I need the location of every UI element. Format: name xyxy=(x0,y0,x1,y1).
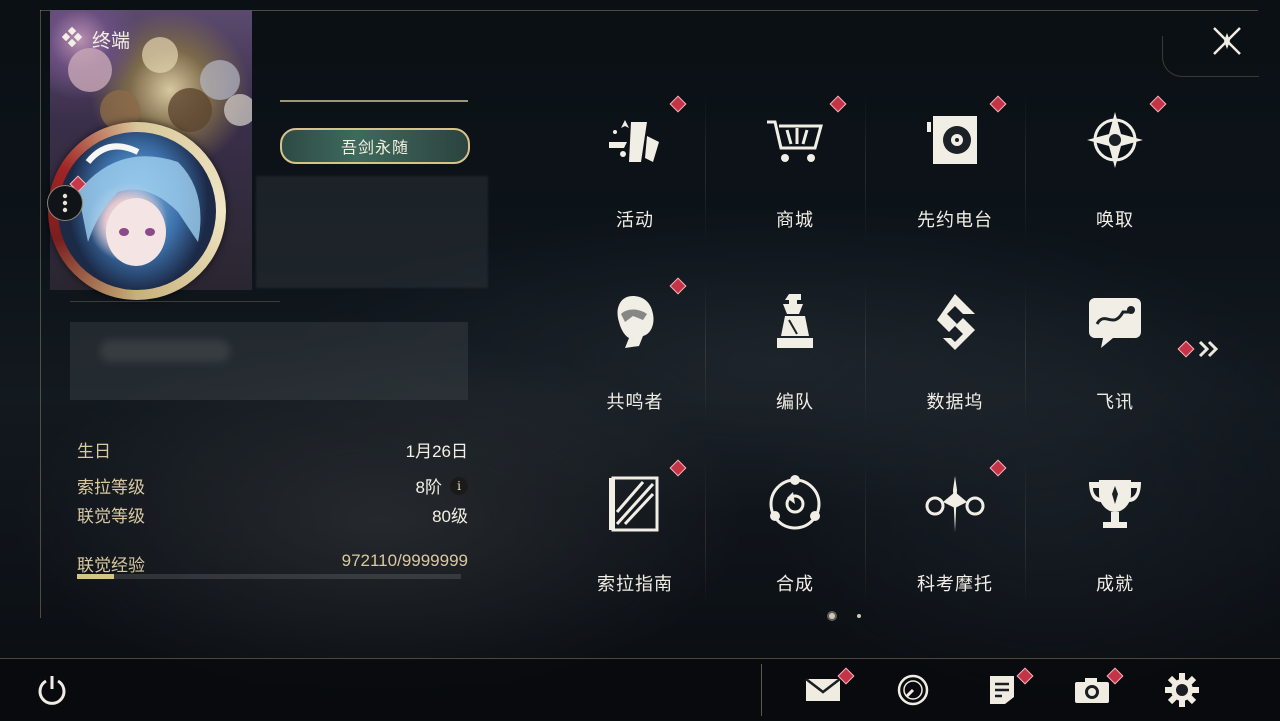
power-icon xyxy=(38,676,66,705)
profile-separator xyxy=(70,301,280,302)
trophy-icon xyxy=(1083,472,1147,536)
exp-progress-bar xyxy=(77,574,461,579)
menu-item-8[interactable]: 飞讯 xyxy=(1040,282,1190,442)
camera-icon xyxy=(1075,678,1109,703)
terminal-header: 终端 xyxy=(61,26,131,53)
double-chevron-right-icon xyxy=(1198,340,1219,358)
grid-divider xyxy=(1025,94,1026,244)
menu-item-6[interactable]: 编队 xyxy=(720,282,870,442)
grid-divider xyxy=(705,458,706,608)
stat-value-union-level: 80级 xyxy=(432,507,468,526)
clock-icon xyxy=(897,674,929,706)
menu-item-label: 编队 xyxy=(776,392,814,412)
exp-progress-fill xyxy=(77,574,115,579)
next-page-button[interactable] xyxy=(1177,340,1220,358)
grid-divider xyxy=(705,94,706,244)
grid-divider xyxy=(1025,276,1026,426)
info-icon[interactable]: i xyxy=(450,476,468,495)
shop-cart-icon xyxy=(763,108,827,172)
avatar[interactable] xyxy=(58,132,216,290)
close-button[interactable] xyxy=(1208,22,1246,60)
grid-divider xyxy=(1025,458,1026,608)
stat-value-sola-level: 8阶 xyxy=(415,478,442,497)
menu-item-7[interactable]: 数据坞 xyxy=(880,282,1030,442)
vertical-dots-icon xyxy=(62,193,68,213)
stat-label-union-level: 联觉等级 xyxy=(77,507,145,526)
menu-item-label: 唤取 xyxy=(1096,210,1134,230)
grid-divider xyxy=(865,458,866,608)
grid-divider xyxy=(865,276,866,426)
menu-item-label: 合成 xyxy=(776,574,814,594)
exp-label: 联觉经验 xyxy=(77,556,145,575)
power-button[interactable] xyxy=(32,670,72,710)
player-title-text: 吾剑永随 xyxy=(340,140,409,157)
stat-label-birthday: 生日 xyxy=(77,442,111,461)
gacha-compass-icon xyxy=(1083,108,1147,172)
player-title-badge[interactable]: 吾剑永随 xyxy=(280,128,470,164)
clock-button[interactable] xyxy=(893,670,933,710)
menu-item-2[interactable]: 商城 xyxy=(720,100,870,260)
activity-icon xyxy=(603,108,667,172)
synthesis-icon xyxy=(763,472,827,536)
diamond-logo-icon xyxy=(61,26,83,52)
settings-gear-icon xyxy=(1165,673,1199,707)
frame-left-line xyxy=(40,10,41,618)
page-dot-1[interactable] xyxy=(829,613,835,619)
page-indicator xyxy=(829,613,861,619)
guide-icon xyxy=(603,472,667,536)
hidden-name-area xyxy=(256,176,488,288)
title-divider xyxy=(280,100,468,102)
menu-item-10[interactable]: 合成 xyxy=(720,464,870,624)
message-icon xyxy=(1083,290,1147,354)
menu-item-1[interactable]: 活动 xyxy=(560,100,710,260)
menu-item-label: 索拉指南 xyxy=(597,574,673,594)
page-dot-2[interactable] xyxy=(857,614,861,618)
page-title: 终端 xyxy=(92,31,131,52)
menu-item-label: 科考摩托 xyxy=(917,574,993,594)
menu-item-5[interactable]: 共鸣者 xyxy=(560,282,710,442)
menu-item-4[interactable]: 唤取 xyxy=(1040,100,1190,260)
profile-more-button[interactable] xyxy=(47,185,83,221)
menu-item-3[interactable]: 先约电台 xyxy=(880,100,1030,260)
grid-divider xyxy=(705,276,706,426)
menu-item-label: 成就 xyxy=(1096,574,1134,594)
menu-item-label: 商城 xyxy=(776,210,814,230)
menu-item-11[interactable]: 科考摩托 xyxy=(880,464,1030,624)
close-icon xyxy=(1213,27,1241,55)
next-page-badge xyxy=(1177,340,1195,358)
menu-item-12[interactable]: 成就 xyxy=(1040,464,1190,624)
motorcycle-icon xyxy=(923,472,987,536)
menu-item-9[interactable]: 索拉指南 xyxy=(560,464,710,624)
menu-item-label: 先约电台 xyxy=(917,210,993,230)
resonator-icon xyxy=(603,290,667,354)
team-chess-icon xyxy=(763,290,827,354)
stat-sola-level: 8阶 i xyxy=(340,473,468,498)
grid-divider xyxy=(865,94,866,244)
hidden-signature-area xyxy=(70,322,468,400)
radio-icon xyxy=(923,108,987,172)
settings-button[interactable] xyxy=(1162,670,1202,710)
menu-item-label: 飞讯 xyxy=(1096,392,1134,412)
bottom-separator xyxy=(761,664,762,716)
stat-value-birthday: 1月26日 xyxy=(405,442,468,461)
menu-item-label: 数据坞 xyxy=(926,392,984,412)
data-dock-icon xyxy=(923,290,987,354)
notes-icon xyxy=(990,676,1014,704)
menu-item-label: 共鸣者 xyxy=(606,392,664,412)
menu-item-label: 活动 xyxy=(616,210,654,230)
stat-label-sola-level: 索拉等级 xyxy=(77,478,145,497)
mail-icon xyxy=(805,678,841,701)
exp-value: 972110/9999999 xyxy=(341,551,468,570)
